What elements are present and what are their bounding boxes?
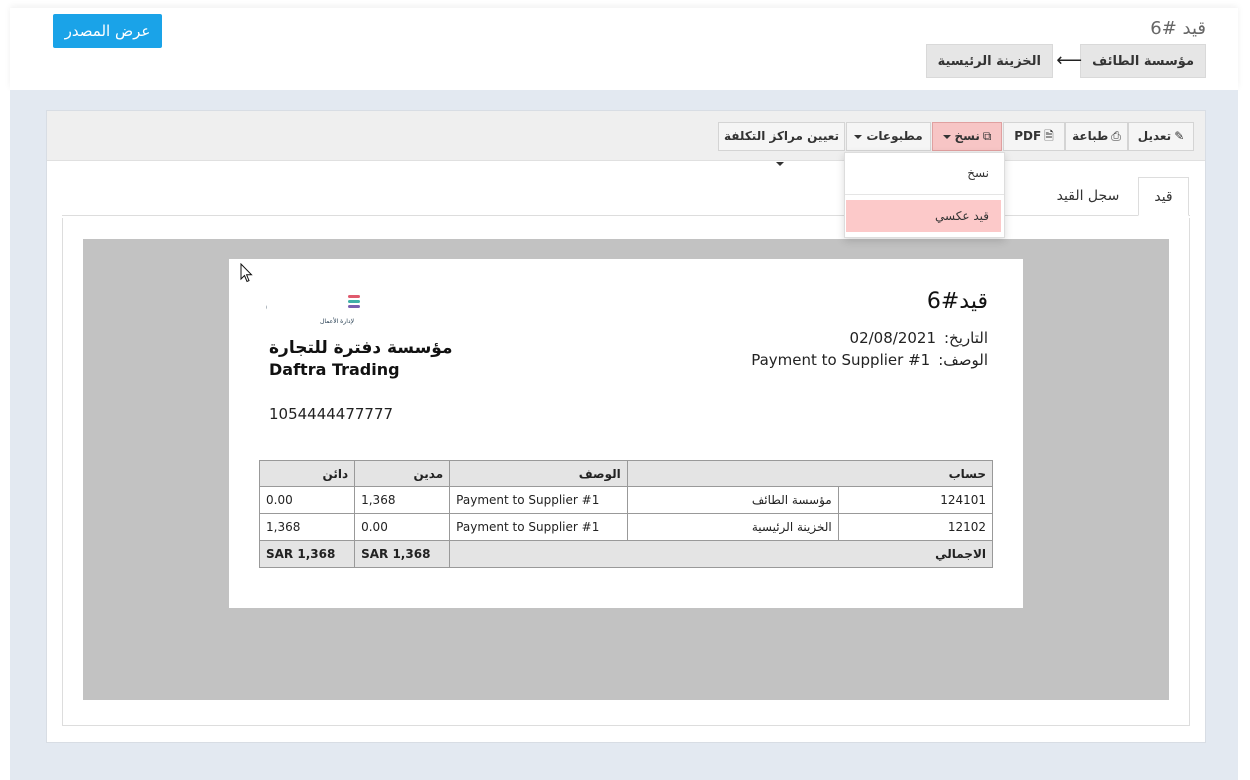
action-toolbar: ✎تعديل ⎙طباعة 🗎PDF ⧉نسخ مطبوعات تعيين مر…: [47, 111, 1205, 166]
total-row: الاجمالي SAR 1,368 SAR 1,368: [258, 540, 993, 568]
file-icon: 🗎: [1044, 129, 1054, 143]
account-code: 12102: [837, 513, 994, 541]
printables-dropdown-button[interactable]: مطبوعات: [846, 122, 931, 151]
pencil-icon: ✎: [1174, 129, 1185, 143]
account-name: مؤسسة الطائف: [626, 486, 839, 514]
credit-value: 0.00: [258, 486, 356, 514]
edit-button[interactable]: ✎تعديل: [1128, 122, 1194, 151]
svg-text:دفترة: دفترة: [266, 286, 268, 319]
total-debit: SAR 1,368: [354, 540, 451, 568]
header-account: حساب: [626, 460, 994, 487]
tab-entry-log[interactable]: سجل القيد: [1046, 177, 1130, 216]
pdf-button[interactable]: 🗎PDF: [1003, 122, 1065, 151]
description-row: الوصف: Payment to Supplier #1: [751, 351, 988, 369]
company-name-english: Daftra Trading: [269, 360, 400, 379]
left-gutter: [0, 610, 10, 780]
header-debit: مدين: [354, 460, 451, 487]
line-description: Payment to Supplier #1: [449, 486, 628, 514]
print-label: طباعة: [1072, 129, 1109, 143]
breadcrumb-supplier[interactable]: مؤسسة الطائف: [1080, 44, 1206, 78]
entry-lines-table: حساب الوصف مدين دائن 124101 مؤسسة الطائف…: [258, 460, 994, 568]
mouse-pointer-icon: [240, 263, 253, 283]
tab-entry[interactable]: قيد: [1138, 177, 1189, 216]
account-code: 124101: [837, 486, 994, 514]
document-title: قيد#6: [926, 289, 988, 314]
header-credit: دائن: [258, 460, 356, 487]
date-value: 02/08/2021: [849, 329, 936, 347]
cost-centers-label: تعيين مراكز التكلفة: [724, 129, 839, 143]
breadcrumb-arrow-icon: ⟵: [1056, 50, 1082, 71]
debit-value: 1,368: [354, 486, 451, 514]
chevron-down-icon: [942, 134, 951, 139]
chevron-down-icon: [775, 161, 784, 166]
tabs-divider: [62, 215, 1190, 216]
debit-value: 0.00: [354, 513, 451, 541]
date-row: التاريخ: 02/08/2021: [850, 329, 988, 347]
svg-text:لإدارة الأعمال: لإدارة الأعمال: [320, 317, 354, 325]
menu-item-copy[interactable]: نسخ: [846, 157, 1001, 189]
entry-document: قيد#6 التاريخ: 02/08/2021 الوصف: Payment t…: [229, 259, 1023, 608]
description-label: الوصف:: [938, 351, 988, 369]
chevron-down-icon: [854, 134, 863, 139]
copy-label: نسخ: [954, 129, 980, 143]
header-description: الوصف: [449, 460, 628, 487]
table-row: 12102 الخزينة الرئيسية Payment to Suppli…: [258, 513, 994, 541]
total-credit: SAR 1,368: [258, 540, 356, 568]
top-header: [10, 8, 1238, 90]
line-description: Payment to Supplier #1: [449, 513, 628, 541]
copy-icon: ⧉: [982, 129, 992, 143]
edit-label: تعديل: [1137, 129, 1172, 143]
description-value: Payment to Supplier #1: [751, 351, 931, 369]
print-button[interactable]: ⎙طباعة: [1065, 122, 1128, 151]
menu-divider: [845, 194, 1004, 195]
copy-dropdown-menu: نسخ قيد عكسي: [844, 152, 1005, 238]
total-label: الاجمالي: [449, 540, 993, 568]
credit-value: 1,368: [258, 513, 356, 541]
table-row: 124101 مؤسسة الطائف Payment to Supplier …: [258, 486, 994, 514]
copy-dropdown-button[interactable]: ⧉نسخ: [932, 122, 1002, 151]
view-source-button[interactable]: عرض المصدر: [53, 14, 162, 48]
company-name-arabic: مؤسسة دفترة للتجارة: [269, 338, 453, 358]
printer-icon: ⎙: [1111, 129, 1121, 143]
table-header-row: حساب الوصف مدين دائن: [258, 460, 994, 487]
cost-centers-dropdown-button[interactable]: تعيين مراكز التكلفة: [718, 122, 845, 166]
account-name: الخزينة الرئيسية: [626, 513, 839, 541]
menu-item-reverse-entry[interactable]: قيد عكسي: [846, 200, 1001, 232]
daftra-logo: دفترة لإدارة الأعمال: [266, 286, 360, 325]
breadcrumb-treasury[interactable]: الخزينة الرئيسية: [925, 44, 1053, 78]
printables-label: مطبوعات: [866, 129, 923, 143]
pdf-label: PDF: [1014, 129, 1042, 143]
company-number: 1054444477777: [269, 405, 394, 423]
page-title: قيد #6: [1150, 18, 1206, 39]
date-label: التاريخ:: [944, 329, 988, 347]
